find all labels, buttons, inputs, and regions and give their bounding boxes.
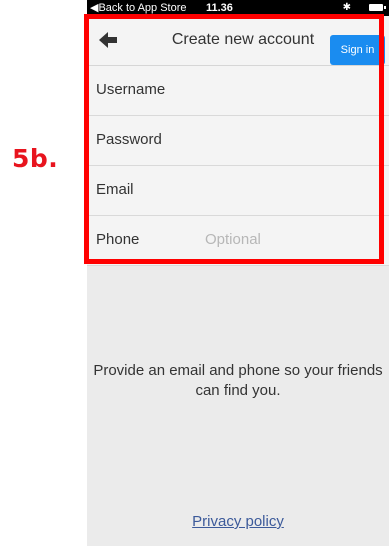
battery-icon [369,4,386,11]
privacy-policy-link[interactable]: Privacy policy [87,513,389,530]
annotation-label: 5b. [12,144,59,173]
email-field[interactable]: Email [87,166,389,216]
bluetooth-icon: ✱ [342,2,351,13]
sign-in-button[interactable]: Sign in [330,35,385,65]
password-label: Password [96,131,162,148]
status-time: 11.36 [206,2,233,14]
back-to-app-store-link[interactable]: ◀Back to App Store [90,0,187,16]
email-label: Email [96,181,134,198]
phone-label: Phone [96,231,140,248]
phone-field[interactable]: Phone Optional [87,216,389,266]
phone-placeholder: Optional [205,231,261,248]
phone-screen: ◀Back to App Store 11.36 ✱ Create new ac… [87,0,389,546]
back-arrow-icon[interactable] [97,29,119,51]
nav-bar: Create new account Sign in [87,16,389,66]
username-label: Username [96,81,166,98]
username-field[interactable]: Username [87,66,389,116]
account-form: Username Password Email Phone Optional [87,66,389,266]
status-bar: ◀Back to App Store 11.36 ✱ [87,0,389,16]
password-field[interactable]: Password [87,116,389,166]
info-text: Provide an email and phone so your frien… [93,362,383,399]
